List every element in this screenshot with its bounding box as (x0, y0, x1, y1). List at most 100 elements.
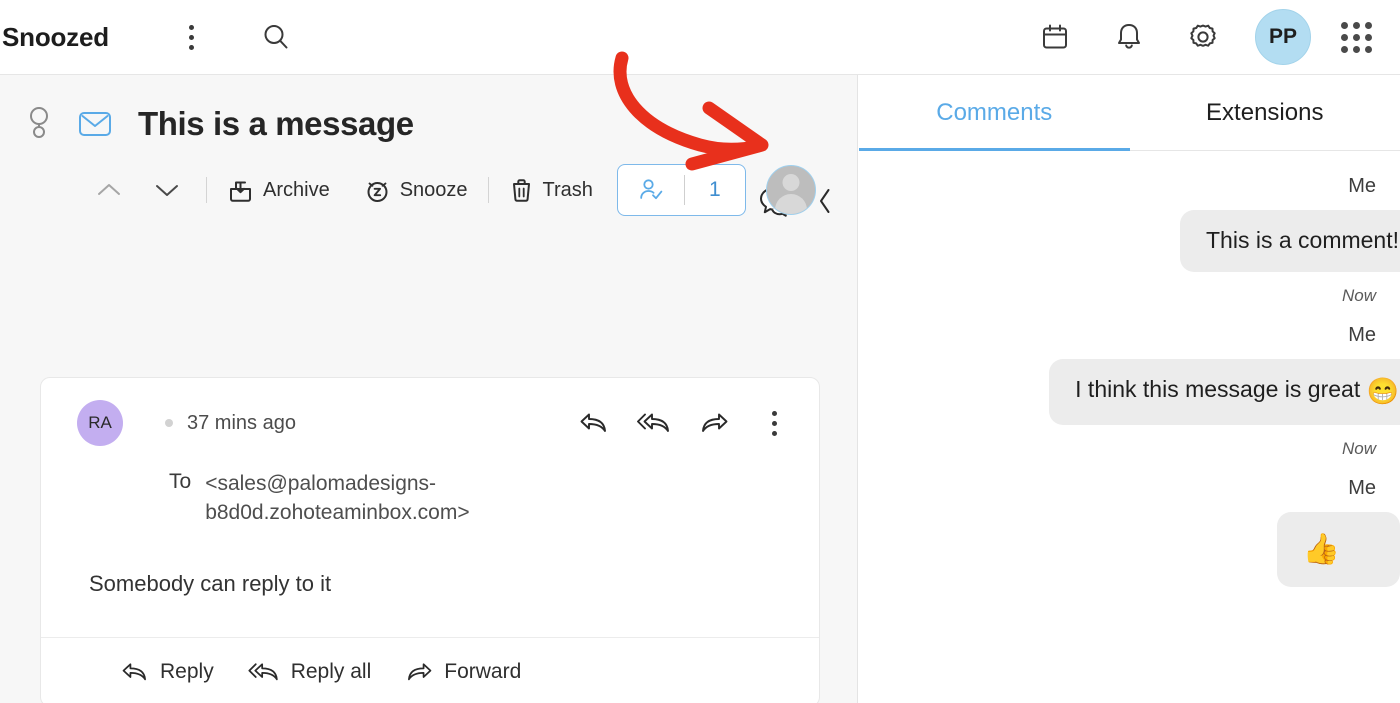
recipient-row: To <sales@palomadesigns-b8d0d.zohoteamin… (41, 470, 819, 527)
message-pane: This is a message Archive Snooze Trash 1… (0, 75, 858, 703)
grid-dot (1353, 21, 1360, 29)
avatar-shoulders (774, 194, 807, 214)
grid-dot (1365, 45, 1372, 53)
comment-author: Me (1348, 323, 1376, 346)
grid-dot (1341, 21, 1348, 29)
side-panel-tabs: Comments Extensions (859, 75, 1400, 151)
footer-reply-all-button[interactable]: Reply all (248, 660, 371, 684)
bell-icon (1118, 24, 1140, 49)
snooze-icon (367, 181, 388, 202)
assign-user-check-icon (640, 179, 663, 200)
comment-bubble-row: I think this message is great 😁 (859, 358, 1400, 425)
chevron-down-icon (156, 185, 178, 196)
reply-icon (122, 663, 146, 681)
message-card-header: RA 37 mins ago (41, 378, 819, 446)
snooze-label: Snooze (399, 178, 468, 201)
search-icon (264, 25, 288, 49)
main-content: This is a message Archive Snooze Trash 1… (0, 75, 1400, 703)
thread-balloon-button[interactable] (22, 105, 56, 143)
avatar-head (782, 174, 800, 191)
to-value: <sales@palomadesigns-b8d0d.zohoteaminbox… (205, 472, 470, 524)
reply-all-icon (248, 663, 278, 681)
message-subject: This is a message (138, 105, 414, 142)
forward-icon (408, 663, 432, 681)
forward-button[interactable] (697, 406, 731, 440)
comment-item: Me 👍 (859, 477, 1400, 587)
trash-button[interactable]: Trash (505, 172, 597, 209)
trash-label: Trash (542, 178, 593, 201)
avatar[interactable]: PP (1255, 9, 1311, 65)
mail-channel-button[interactable] (78, 110, 112, 138)
side-panel: Comments Extensions Me This is a comment… (859, 75, 1400, 703)
comment-item: Me This is a comment! Now (859, 175, 1400, 306)
footer-forward-button[interactable]: Forward (405, 660, 521, 684)
previous-message-button[interactable] (86, 168, 132, 212)
tab-extensions[interactable]: Extensions (1130, 75, 1400, 150)
calendar-icon (1043, 24, 1067, 49)
archive-button[interactable]: Archive (223, 172, 334, 209)
top-bar-left: Snoozed (0, 10, 303, 64)
top-bar-right: PP (1033, 9, 1400, 65)
comment-bubble[interactable]: I think this message is great 😁 (1049, 358, 1400, 425)
grid-dot (1341, 33, 1348, 41)
next-message-button[interactable] (144, 168, 190, 212)
reply-all-icon (637, 413, 669, 432)
comment-author: Me (1348, 175, 1376, 197)
comment-author: Me (1348, 476, 1376, 499)
footer-reply-button[interactable]: Reply (121, 660, 214, 684)
message-card: RA 37 mins ago To <sales@palomadesigns-b… (40, 377, 820, 703)
comment-bubble[interactable]: 👍 (1276, 511, 1400, 587)
message-more-options-button[interactable] (757, 406, 791, 440)
grid-dot (1353, 33, 1360, 41)
settings-button[interactable] (1181, 15, 1225, 59)
forward-icon (702, 413, 728, 432)
tab-comments[interactable]: Comments (859, 75, 1130, 151)
page-title: Snoozed (2, 21, 109, 52)
grid-dot (1365, 21, 1372, 29)
message-card-actions (577, 406, 791, 440)
chevron-up-icon (98, 184, 120, 195)
sender-avatar[interactable]: RA (77, 400, 123, 446)
comment-bubble-row: 👍 (859, 511, 1400, 587)
assign-button[interactable]: 1 (616, 164, 746, 216)
top-bar: Snoozed PP (0, 0, 1400, 75)
assignee-avatar[interactable] (765, 165, 816, 215)
archive-label: Archive (263, 178, 330, 201)
comment-bubble-row: This is a comment! (859, 210, 1400, 272)
toolbar-divider (487, 177, 489, 203)
more-options-button[interactable] (165, 10, 219, 64)
search-button[interactable] (249, 10, 303, 64)
grid-dot (1353, 45, 1360, 53)
grid-dot (1365, 33, 1372, 41)
archive-icon (230, 181, 251, 202)
app-launcher-button[interactable] (1341, 21, 1372, 53)
toolbar-divider (206, 177, 207, 203)
kebab-icon (771, 408, 777, 438)
message-timestamp: 37 mins ago (187, 411, 296, 434)
message-body: Somebody can reply to it (89, 571, 332, 597)
message-toolbar: Archive Snooze Trash 1 (0, 163, 857, 217)
footer-forward-label: Forward (444, 660, 522, 684)
reply-all-button[interactable] (637, 406, 671, 440)
comment-time: Now (1341, 438, 1376, 458)
comment-bubble[interactable]: This is a comment! (1180, 210, 1400, 272)
trash-icon (512, 178, 530, 202)
comment-item: Me I think this message is great 😁 Now (859, 324, 1400, 459)
snooze-button[interactable]: Snooze (360, 172, 472, 209)
balloon-icon (30, 107, 48, 138)
grid-dot (1341, 45, 1348, 53)
reply-button[interactable] (577, 406, 611, 440)
to-label: To (169, 470, 192, 493)
chevron-left-icon (820, 189, 830, 213)
smile-emoji: 😁 (1366, 375, 1399, 406)
mail-icon (79, 112, 111, 136)
assign-icon-wrap (618, 177, 684, 203)
subject-row: This is a message (0, 75, 857, 143)
comment-text: I think this message is great (1075, 375, 1367, 402)
notifications-button[interactable] (1107, 15, 1151, 59)
message-card-footer: Reply Reply all Forward (41, 638, 819, 703)
calendar-button[interactable] (1033, 15, 1077, 59)
assign-count: 1 (708, 178, 721, 201)
comment-time: Now (1341, 285, 1376, 305)
kebab-icon (189, 22, 195, 52)
